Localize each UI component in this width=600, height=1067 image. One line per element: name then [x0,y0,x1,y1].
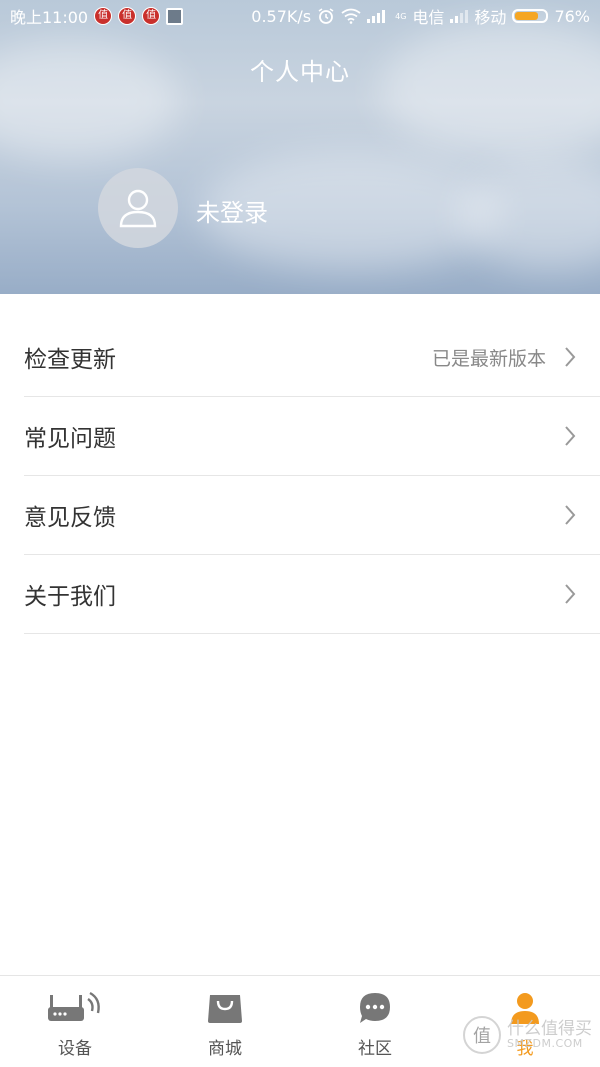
user-icon [119,189,157,228]
watermark-url: SMZDM.COM [507,1037,583,1051]
chat-bubble-icon [360,993,390,1023]
app-notification-icon: 值 [94,7,113,25]
page-title: 个人中心 [250,58,350,86]
tab-devices[interactable]: 设备 [0,976,150,1067]
battery-icon [512,9,549,23]
app-notification-icon [166,7,184,25]
settings-menu: 检查更新 已是最新版本 常见问题 意见反馈 关于我们 [0,318,600,634]
carrier-name: 移动 [474,8,507,27]
signal-icon [367,10,386,23]
menu-item-feedback[interactable]: 意见反馈 [24,476,600,555]
menu-item-label: 意见反馈 [24,505,116,531]
signal-icon [450,10,469,23]
watermark-logo: 值 [463,1016,501,1054]
network-type: 4G [395,11,407,21]
wifi-icon [341,8,361,24]
tab-label: 社区 [358,1039,392,1059]
menu-item-label: 检查更新 [24,347,116,373]
login-status-link[interactable]: 未登录 [196,193,268,228]
router-icon [48,991,100,1021]
watermark-text: 什么值得买 [507,1018,592,1039]
version-status: 已是最新版本 [431,347,546,370]
menu-item-faq[interactable]: 常见问题 [24,397,600,476]
network-speed: 0.57K/s [251,6,312,26]
app-notification-icon: 值 [118,7,137,25]
watermark: 值 什么值得买 SMZDM.COM [463,1016,592,1054]
chevron-right-icon [565,347,576,367]
menu-item-label: 关于我们 [24,584,116,610]
tab-mall[interactable]: 商城 [150,976,300,1067]
avatar[interactable] [98,168,178,248]
carrier-name: 电信 [412,8,445,27]
battery-percent: 76% [554,6,590,26]
menu-item-check-update[interactable]: 检查更新 已是最新版本 [24,318,600,397]
chevron-right-icon [565,426,576,446]
alarm-icon [318,8,334,24]
chevron-right-icon [565,584,576,604]
app-notification-icon: 值 [142,7,161,25]
profile-header: 晚上11:00 值 值 值 0.57K/s 4G 电信 移动 76% 个人中心 … [0,0,600,294]
tab-label: 设备 [58,1039,92,1059]
chevron-right-icon [565,505,576,525]
menu-item-about-us[interactable]: 关于我们 [24,555,600,634]
tab-label: 商城 [208,1039,242,1059]
tab-community[interactable]: 社区 [300,976,450,1067]
menu-item-label: 常见问题 [24,426,116,452]
status-bar: 晚上11:00 值 值 值 0.57K/s 4G 电信 移动 76% [0,0,600,32]
shopping-bag-icon [208,995,242,1023]
status-time: 晚上11:00 [10,8,89,27]
